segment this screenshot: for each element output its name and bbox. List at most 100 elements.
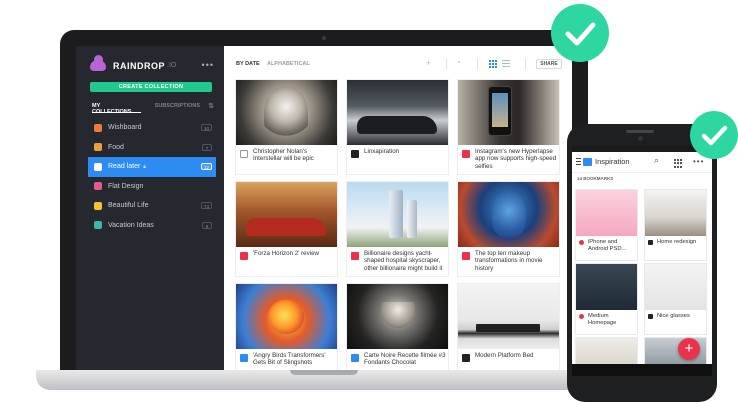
bookmark-title: The top ten makeup transformations in mo… xyxy=(475,250,543,272)
sidebar-item-vacation-ideas[interactable]: Vacation Ideas 9 xyxy=(88,216,216,236)
collection-count: 74 xyxy=(200,202,212,209)
more-dots-icon[interactable]: ••• xyxy=(202,60,214,70)
toolbar: BY DATE ALPHABETICAL + ◔ SHARE xyxy=(224,46,572,78)
brand[interactable]: RAINDROP .IO xyxy=(90,55,176,71)
sidebar-item-flat-design[interactable]: Flat Design xyxy=(88,177,216,197)
bookmark-thumbnail xyxy=(576,190,637,236)
sidebar-item-wishboard[interactable]: Wishboard 10 xyxy=(88,118,216,138)
favicon-icon xyxy=(240,354,248,362)
mobile-app-screen: Inspiration ⌕ ••• 14 BOOKMARKS iPhone an… xyxy=(572,146,712,376)
bookmarks-main: BY DATE ALPHABETICAL + ◔ SHARE Christoph… xyxy=(224,46,572,370)
sidebar-item-label: Vacation Ideas xyxy=(108,221,154,229)
bookmark-card[interactable]: 'Angry Birds Transformers' Gets Bit of S… xyxy=(236,284,337,370)
toolbar-divider xyxy=(525,59,526,69)
bookmark-title: Nice glasses xyxy=(657,313,690,319)
sidebar-item-label: Read later xyxy=(108,163,141,171)
sidebar-item-label: Food xyxy=(108,143,124,151)
sidebar-item-food[interactable]: Food 7 xyxy=(88,138,216,158)
mobile-bookmark-card[interactable]: Medium Homepage xyxy=(576,264,637,334)
bookmark-title: Linxapiration xyxy=(364,148,400,155)
bookmark-card[interactable]: Modern Platform Bed xyxy=(458,284,559,370)
tab-my-collections[interactable]: MY COLLECTIONS xyxy=(92,103,141,115)
tab-subscriptions[interactable]: SUBSCRIPTIONS xyxy=(155,103,200,113)
bookmark-title: Instagram's new Hyperlapse app now suppo… xyxy=(475,148,557,170)
grid-view-icon[interactable] xyxy=(674,159,683,168)
favicon-icon xyxy=(240,252,248,260)
sidebar-item-label: Flat Design xyxy=(108,182,144,190)
bookmark-thumbnail xyxy=(645,264,706,310)
sidebar: RAINDROP .IO ••• CREATE COLLECTION MY CO… xyxy=(76,46,224,370)
favicon-icon xyxy=(462,252,470,260)
bookmark-title: Modern Platform Bed xyxy=(475,352,534,359)
collection-count: 12 xyxy=(200,163,212,170)
bookmark-title: 'Forza Horizon 2' review xyxy=(253,250,319,257)
sort-alphabetical[interactable]: ALPHABETICAL xyxy=(267,61,310,67)
sort-icon[interactable]: ⇅ xyxy=(208,102,214,110)
create-collection-button[interactable]: CREATE COLLECTION xyxy=(90,82,212,92)
favicon-icon xyxy=(462,150,470,158)
flat-design-icon xyxy=(94,182,102,191)
favicon-icon xyxy=(579,240,584,245)
bookmark-card[interactable]: Christopher Nolan's Interstellar will be… xyxy=(236,80,337,174)
bookmark-thumbnail xyxy=(458,284,559,349)
bookmark-thumbnail xyxy=(458,182,559,247)
food-icon xyxy=(94,143,102,152)
read-later-icon xyxy=(94,162,102,171)
bookmark-thumbnail xyxy=(458,80,559,145)
mobile-bookmark-card[interactable]: iPhone and Android PSD... xyxy=(576,190,637,260)
rss-icon[interactable]: ◔ xyxy=(456,58,461,67)
collection-count: 7 xyxy=(202,143,212,151)
product-showcase: RAINDROP .IO ••• CREATE COLLECTION MY CO… xyxy=(0,0,738,402)
favicon-icon xyxy=(648,240,653,245)
bookmark-thumbnail xyxy=(347,182,448,247)
bookmark-title: Home redesign xyxy=(657,239,697,245)
favicon-icon xyxy=(462,354,470,362)
bookmark-thumbnail xyxy=(347,80,448,145)
bookmark-card[interactable]: Carte Noire Recette filmée #3 Fondants C… xyxy=(347,284,448,370)
bookmark-card[interactable]: 'Forza Horizon 2' review xyxy=(236,182,337,276)
bookmark-thumbnail xyxy=(645,190,706,236)
menu-icon[interactable] xyxy=(576,158,582,166)
collection-list: Wishboard 10 Food 7 Read later 🔒︎ 12 Fla… xyxy=(88,118,216,235)
bookmark-card[interactable]: The top ten makeup transformations in mo… xyxy=(458,182,559,276)
favicon-icon xyxy=(351,354,359,362)
add-icon[interactable]: + xyxy=(426,58,431,68)
lock-icon: 🔒︎ xyxy=(143,163,146,170)
favicon-icon xyxy=(351,150,359,158)
bookmark-title: Billionaire designs yacht-shaped hospita… xyxy=(364,250,443,272)
bookmark-count: 14 BOOKMARKS xyxy=(577,176,614,181)
bookmark-title: iPhone and Android PSD... xyxy=(588,239,627,252)
bookmark-thumbnail xyxy=(236,182,337,247)
collection-icon xyxy=(583,158,592,166)
bookmark-title: 'Angry Birds Transformers' Gets Bit of S… xyxy=(253,352,326,367)
toolbar-divider xyxy=(477,59,478,69)
laptop-notch xyxy=(290,370,358,375)
wishboard-icon xyxy=(94,123,102,132)
mobile-bookmark-card[interactable]: Nice glasses xyxy=(645,264,706,334)
favicon-icon xyxy=(351,252,359,260)
bookmark-title: Christopher Nolan's Interstellar will be… xyxy=(253,148,314,163)
sort-by-date[interactable]: BY DATE xyxy=(236,61,260,67)
add-bookmark-button[interactable]: + xyxy=(678,338,700,360)
mobile-bookmark-card[interactable]: Home redesign xyxy=(645,190,706,260)
bookmark-card[interactable]: Instagram's new Hyperlapse app now suppo… xyxy=(458,80,559,174)
sidebar-item-read-later[interactable]: Read later 🔒︎ 12 xyxy=(88,157,216,177)
phone-speaker xyxy=(626,130,654,133)
bookmark-card[interactable]: Linxapiration xyxy=(347,80,448,174)
raindrop-cloud-icon xyxy=(90,55,106,71)
bookmark-thumbnail xyxy=(236,284,337,349)
laptop-camera xyxy=(322,36,326,40)
list-view-icon[interactable] xyxy=(502,60,510,68)
search-icon[interactable]: ⌕ xyxy=(654,155,659,166)
bookmark-title: Carte Noire Recette filmée #3 Fondants C… xyxy=(364,352,446,367)
grid-view-icon[interactable] xyxy=(489,60,497,68)
sidebar-item-beautiful-life[interactable]: Beautiful Life 74 xyxy=(88,196,216,216)
check-circle-icon xyxy=(551,4,609,62)
bookmark-thumbnail xyxy=(347,284,448,349)
collection-count: 10 xyxy=(200,124,212,131)
sort-tabs: BY DATE ALPHABETICAL xyxy=(236,61,316,67)
bookmark-card[interactable]: Billionaire designs yacht-shaped hospita… xyxy=(347,182,448,276)
check-circle-icon xyxy=(690,111,738,159)
beautiful-life-icon xyxy=(94,201,102,210)
toolbar-divider xyxy=(446,59,447,69)
